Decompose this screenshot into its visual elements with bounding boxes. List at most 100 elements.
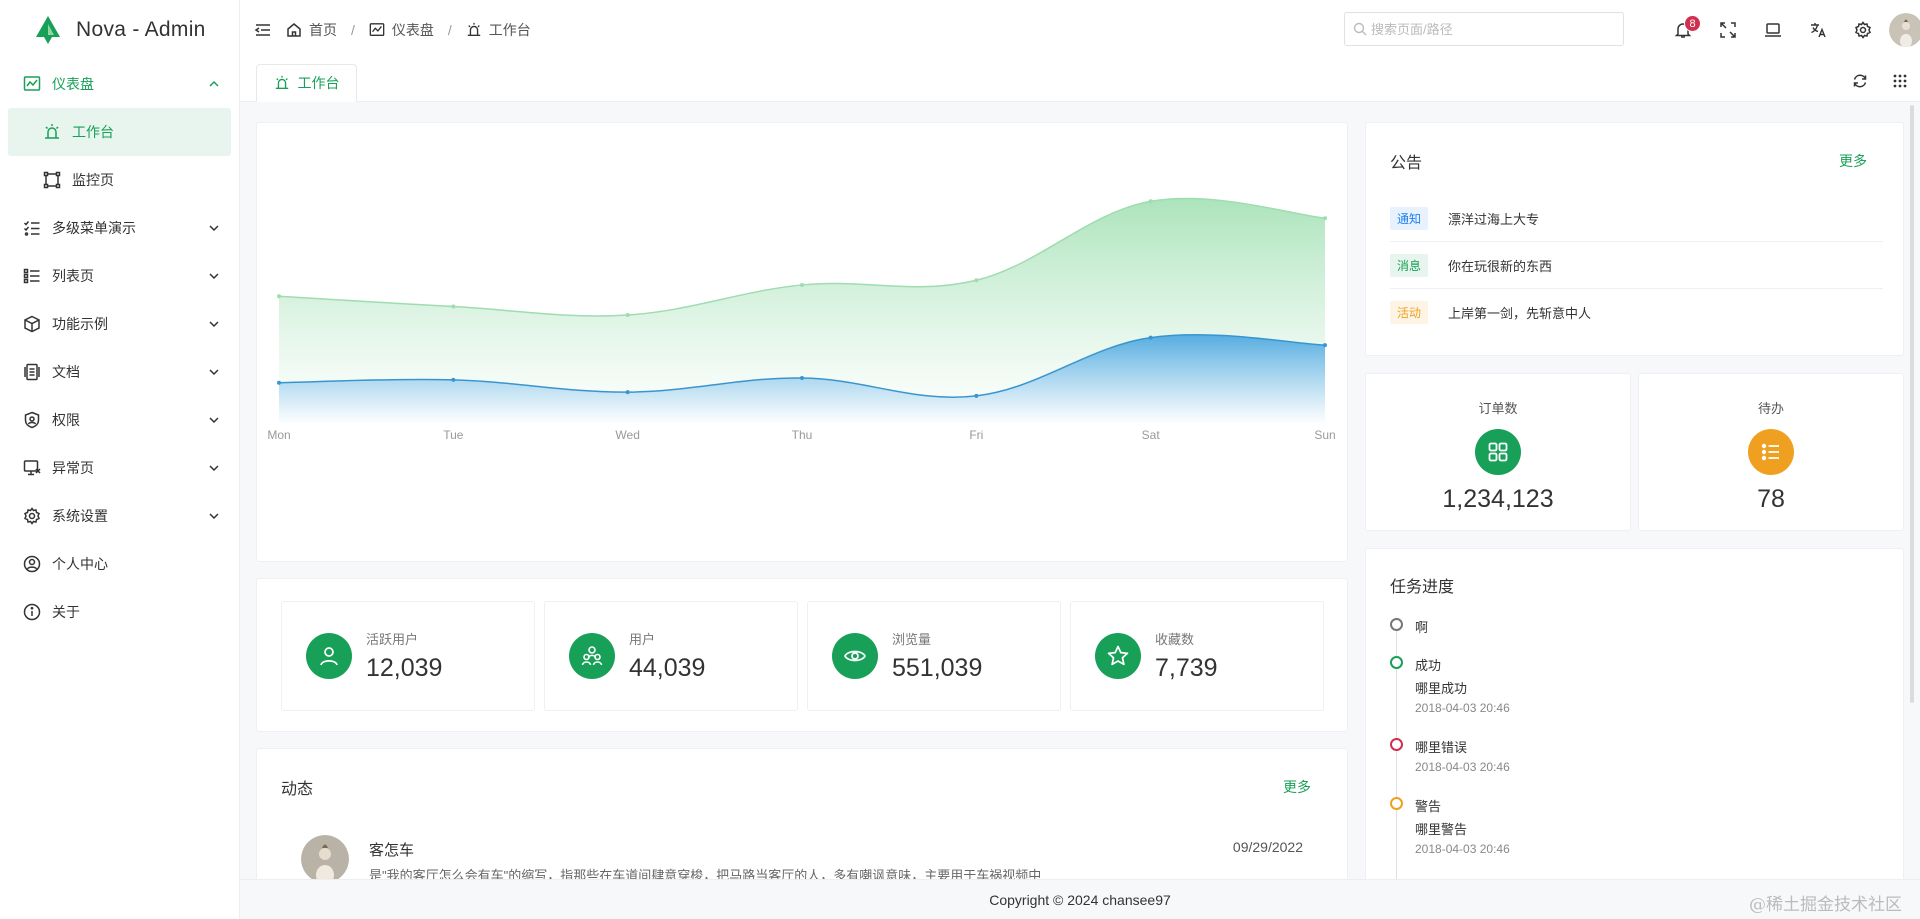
chevron-down-icon	[209, 465, 219, 472]
workbench-icon	[275, 75, 288, 89]
search-icon	[1353, 22, 1367, 36]
language-button[interactable]	[1795, 0, 1840, 60]
notification-button[interactable]: 8	[1660, 0, 1705, 60]
x-tick-label: Sat	[1142, 428, 1161, 442]
notice-tag: 通知	[1390, 206, 1429, 230]
timeline-content: 哪里成功	[1415, 681, 1468, 696]
tab-workbench[interactable]: 工作台	[256, 64, 357, 102]
monitor-icon	[42, 170, 62, 190]
notice-more-link[interactable]: 更多	[1839, 151, 1867, 171]
header-actions: 8	[1660, 0, 1920, 60]
breadcrumb-label: 仪表盘	[391, 22, 434, 38]
data-point[interactable]	[1323, 216, 1327, 221]
notice-item[interactable]: 消息 你在玩很新的东西	[1390, 242, 1883, 289]
star-icon	[1095, 633, 1141, 679]
data-point[interactable]	[451, 377, 456, 382]
sidebar-item-label: 文档	[52, 364, 80, 380]
page-scrollbar[interactable]	[1910, 105, 1914, 703]
stat-users: 用户 44,039	[544, 601, 798, 711]
x-tick-label: Fri	[969, 428, 983, 442]
gear-icon	[22, 506, 42, 526]
order-count-label: 订单数	[1478, 401, 1518, 416]
grid-icon	[1475, 429, 1521, 475]
refresh-button[interactable]	[1840, 60, 1880, 102]
sidebar-item-error[interactable]: 异常页	[0, 444, 239, 492]
chevron-up-icon	[209, 80, 219, 87]
user-avatar[interactable]	[1889, 13, 1920, 47]
settings-button[interactable]	[1840, 0, 1885, 60]
fullscreen-button[interactable]	[1705, 0, 1750, 60]
chevron-down-icon	[209, 321, 219, 328]
notice-item[interactable]: 活动 上岸第一剑，先斩意中人	[1390, 289, 1883, 336]
timeline-dot	[1390, 618, 1403, 631]
gear-icon	[1854, 21, 1871, 39]
sidebar-item-profile[interactable]: 个人中心	[0, 540, 239, 588]
sidebar-item-docs[interactable]: 文档	[0, 348, 239, 396]
data-point[interactable]	[1323, 343, 1327, 348]
users-icon	[569, 633, 615, 679]
data-point[interactable]	[800, 376, 804, 380]
timeline-title: 警告	[1415, 799, 1442, 814]
sidebar-item-list[interactable]: 列表页	[0, 252, 239, 300]
sidebar-item-features[interactable]: 功能示例	[0, 300, 239, 348]
tab-label: 工作台	[297, 75, 340, 91]
logo[interactable]: Nova - Admin	[0, 0, 239, 60]
x-tick-label: Thu	[792, 428, 813, 442]
user-circle-icon	[22, 554, 42, 574]
stat-label: 浏览量	[892, 632, 932, 647]
timeline-dot	[1390, 656, 1403, 669]
error-monitor-icon	[22, 458, 42, 478]
app-title: Nova - Admin	[76, 18, 206, 41]
search-box[interactable]	[1344, 12, 1624, 46]
menu-fold-icon[interactable]	[254, 21, 272, 39]
sidebar-item-label: 异常页	[52, 460, 94, 476]
eye-icon	[832, 633, 878, 679]
sidebar-item-label: 关于	[52, 604, 80, 620]
data-point[interactable]	[277, 380, 281, 385]
activity-more-link[interactable]: 更多	[1283, 777, 1311, 797]
refresh-icon	[1853, 74, 1867, 88]
timeline-title: 啊	[1415, 620, 1429, 635]
app-grid-button[interactable]	[1880, 60, 1920, 102]
sidebar-item-label: 个人中心	[52, 556, 108, 572]
watermark: @稀土掘金技术社区	[1749, 895, 1902, 915]
tab-actions	[1840, 60, 1920, 102]
data-point[interactable]	[1148, 199, 1153, 204]
chevron-down-icon	[209, 273, 219, 280]
breadcrumb-label: 首页	[309, 22, 337, 38]
timeline-time: 2018-04-03 20:46	[1415, 760, 1510, 774]
data-point[interactable]	[974, 393, 979, 398]
sidebar-item-workbench[interactable]: 工作台	[8, 108, 231, 156]
timeline-title: 哪里错误	[1415, 740, 1468, 755]
sidebar-item-monitor[interactable]: 监控页	[0, 156, 239, 204]
data-point[interactable]	[625, 390, 630, 395]
breadcrumb-item-workbench[interactable]: 工作台	[466, 20, 531, 40]
sidebar-item-permission[interactable]: 权限	[0, 396, 239, 444]
sidebar-item-label: 权限	[52, 412, 80, 428]
copyright-text: Copyright © 2024 chansee97	[989, 891, 1171, 908]
notice-text: 你在玩很新的东西	[1448, 258, 1553, 274]
data-point[interactable]	[277, 294, 281, 299]
theme-button[interactable]	[1750, 0, 1795, 60]
data-point[interactable]	[974, 278, 979, 283]
list-icon	[1748, 429, 1794, 475]
tabs-bar: 工作台	[240, 60, 1920, 102]
notice-item[interactable]: 通知 漂洋过海上大专	[1390, 195, 1883, 242]
data-point[interactable]	[625, 313, 630, 318]
sidebar-item-about[interactable]: 关于	[0, 588, 239, 636]
breadcrumb-item-home[interactable]: 首页	[286, 20, 337, 40]
sidebar: Nova - Admin 仪表盘 工作台 监控页 多级菜单演示 列表页 功能示例	[0, 0, 240, 919]
sidebar-item-dashboard[interactable]: 仪表盘	[0, 60, 239, 108]
data-point[interactable]	[800, 282, 804, 287]
stat-label: 用户	[629, 632, 656, 647]
sidebar-item-label: 仪表盘	[52, 76, 94, 92]
stat-favorites: 收藏数 7,739	[1070, 601, 1324, 711]
data-point[interactable]	[451, 304, 456, 309]
sidebar-item-label: 列表页	[52, 268, 94, 284]
sidebar-item-multi-menu[interactable]: 多级菜单演示	[0, 204, 239, 252]
grid-dots-icon	[1893, 74, 1907, 88]
sidebar-item-settings[interactable]: 系统设置	[0, 492, 239, 540]
data-point[interactable]	[1148, 335, 1153, 340]
search-input[interactable]	[1371, 21, 1611, 37]
breadcrumb-item-dashboard[interactable]: 仪表盘	[369, 20, 434, 40]
